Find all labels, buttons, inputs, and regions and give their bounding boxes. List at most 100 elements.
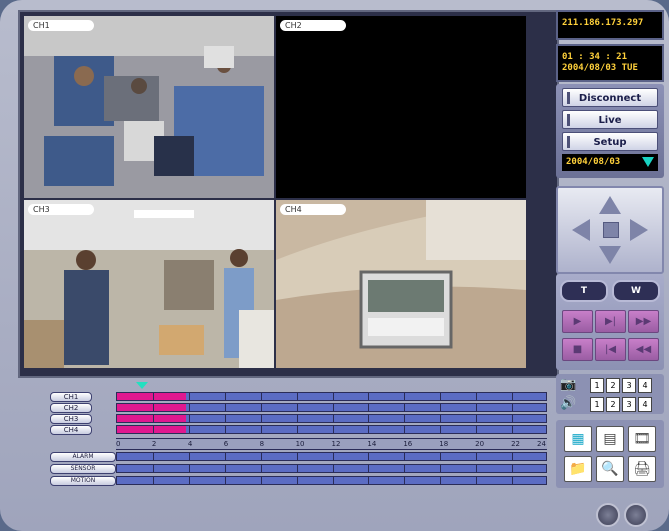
timeline-track-ch3[interactable] — [116, 414, 547, 423]
capture-button[interactable]: 🎞 — [628, 426, 656, 452]
timeline-track-ch4[interactable] — [116, 425, 547, 434]
arrow-left-icon[interactable] — [572, 219, 590, 241]
event-sensor-button[interactable]: SENSOR — [50, 464, 116, 474]
timeline-channel-2-button[interactable]: CH2 — [50, 403, 92, 413]
search-button[interactable]: 🔍 — [596, 456, 624, 482]
scale-tick-label: 16 — [403, 440, 413, 448]
grid-line — [152, 393, 154, 400]
channel-1-button[interactable]: 1 — [590, 378, 604, 393]
grid-line — [404, 453, 406, 460]
grid-line — [152, 465, 154, 472]
time-text: 01 : 34 : 21 — [562, 52, 628, 62]
scale-tick-label: 14 — [367, 440, 377, 448]
grid-line — [404, 477, 406, 484]
arrow-right-icon[interactable] — [630, 219, 648, 241]
camera-label-ch3: CH3 — [28, 204, 94, 215]
grid-line — [224, 415, 226, 422]
timeline-channel-1-button[interactable]: CH1 — [50, 392, 92, 402]
channel-4-button[interactable]: 4 — [638, 378, 652, 393]
scale-tick-label: 22 — [511, 440, 520, 448]
timeline-channel-3-button[interactable]: CH3 — [50, 414, 92, 424]
grid-line — [296, 477, 298, 484]
mosaic-view-button[interactable]: ▤ — [596, 426, 624, 452]
grid-line — [260, 393, 262, 400]
grid-line — [332, 415, 334, 422]
grid-line — [476, 415, 478, 422]
grid-line — [260, 415, 262, 422]
minimize-button[interactable] — [596, 503, 620, 527]
quad-view-button[interactable]: ▦ — [564, 426, 592, 452]
grid-line — [440, 465, 442, 472]
grid-line — [512, 465, 514, 472]
dvr-window: CH1 CH2 CH3 CH4 211.186.173.297 01: 34 … — [0, 0, 669, 531]
grid-line — [368, 426, 370, 433]
print-button[interactable]: 🖨 — [628, 456, 656, 482]
folder-button[interactable]: 📁 — [564, 456, 592, 482]
date-select[interactable]: 2004/08/03 — [562, 154, 658, 171]
grid-line — [188, 465, 190, 472]
audio-1-button[interactable]: 1 — [590, 397, 604, 412]
grid-line — [476, 477, 478, 484]
grid-line — [296, 426, 298, 433]
grid-line — [476, 393, 478, 400]
timeline-panel: CH1 CH2 CH3 CH4 0 2 4 6 8 10 12 14 16 18 20 22 24 ALARM… — [50, 382, 550, 490]
grid-line — [188, 477, 190, 484]
event-alarm-button[interactable]: ALARM — [50, 452, 116, 462]
zoom-tele-button[interactable]: T — [560, 280, 608, 302]
date-text: 2004/08/03 TUE — [562, 63, 638, 73]
forward-button[interactable]: ▶| — [595, 310, 626, 333]
workroom-scene-image — [24, 200, 274, 368]
grid-line — [332, 477, 334, 484]
grid-line — [440, 393, 442, 400]
playback-panel: T W ▶ ▶| ▶▶ ■ |◀ ◀◀ — [556, 274, 664, 370]
audio-4-button[interactable]: 4 — [638, 397, 652, 412]
scale-tick-label: 0 — [116, 440, 121, 448]
grid-line — [224, 393, 226, 400]
live-button[interactable]: Live — [562, 110, 658, 129]
timeline-track-ch1[interactable] — [116, 392, 547, 401]
grid-icon: ▤ — [603, 431, 617, 447]
play-button[interactable]: ▶ — [562, 310, 593, 333]
setup-button[interactable]: Setup — [562, 132, 658, 151]
grid-line — [152, 477, 154, 484]
fast-forward-button[interactable]: ▶▶ — [628, 310, 659, 333]
connection-panel: Disconnect Live Setup 2004/08/03 — [556, 84, 664, 178]
timeline-cursor-icon[interactable] — [136, 382, 148, 389]
arrow-up-icon[interactable] — [599, 196, 621, 214]
grid-line — [224, 453, 226, 460]
audio-2-button[interactable]: 2 — [606, 397, 620, 412]
grid-line — [368, 393, 370, 400]
zoom-wide-button[interactable]: W — [612, 280, 660, 302]
audio-3-button[interactable]: 3 — [622, 397, 636, 412]
channel-3-button[interactable]: 3 — [622, 378, 636, 393]
timeline-track-ch2[interactable] — [116, 403, 547, 412]
event-track-sensor[interactable] — [116, 464, 547, 473]
camera-view-ch3[interactable]: CH3 — [24, 200, 274, 368]
ip-address: 211.186.173.297 — [562, 18, 644, 28]
grid-line — [152, 404, 154, 411]
pause-button[interactable]: ■ — [562, 338, 593, 361]
ptz-center-button[interactable] — [603, 222, 619, 238]
camera-view-ch2[interactable]: CH2 — [276, 16, 526, 198]
arrow-down-icon[interactable] — [599, 246, 621, 264]
fast-rewind-button[interactable]: ◀◀ — [628, 338, 659, 361]
timeline-channel-4-button[interactable]: CH4 — [50, 425, 92, 435]
rewind-button[interactable]: |◀ — [595, 338, 626, 361]
grid-line — [440, 404, 442, 411]
camera-view-ch4[interactable]: CH4 — [276, 200, 526, 368]
date-select-value: 2004/08/03 — [566, 157, 621, 167]
channel-2-button[interactable]: 2 — [606, 378, 620, 393]
ptz-control — [556, 186, 664, 274]
scale-tick-label: 12 — [331, 440, 341, 448]
camera-view-ch1[interactable]: CH1 — [24, 16, 274, 198]
camera-grid: CH1 CH2 CH3 CH4 — [18, 10, 559, 378]
grid-line — [404, 426, 406, 433]
event-motion-button[interactable]: MOTION — [50, 476, 116, 486]
disconnect-button[interactable]: Disconnect — [562, 88, 658, 107]
power-button[interactable] — [624, 503, 648, 527]
grid-line — [296, 404, 298, 411]
recorded-segment — [117, 415, 186, 422]
scale-tick-label: 24 — [537, 440, 546, 448]
event-track-alarm[interactable] — [116, 452, 547, 461]
event-track-motion[interactable] — [116, 476, 547, 485]
